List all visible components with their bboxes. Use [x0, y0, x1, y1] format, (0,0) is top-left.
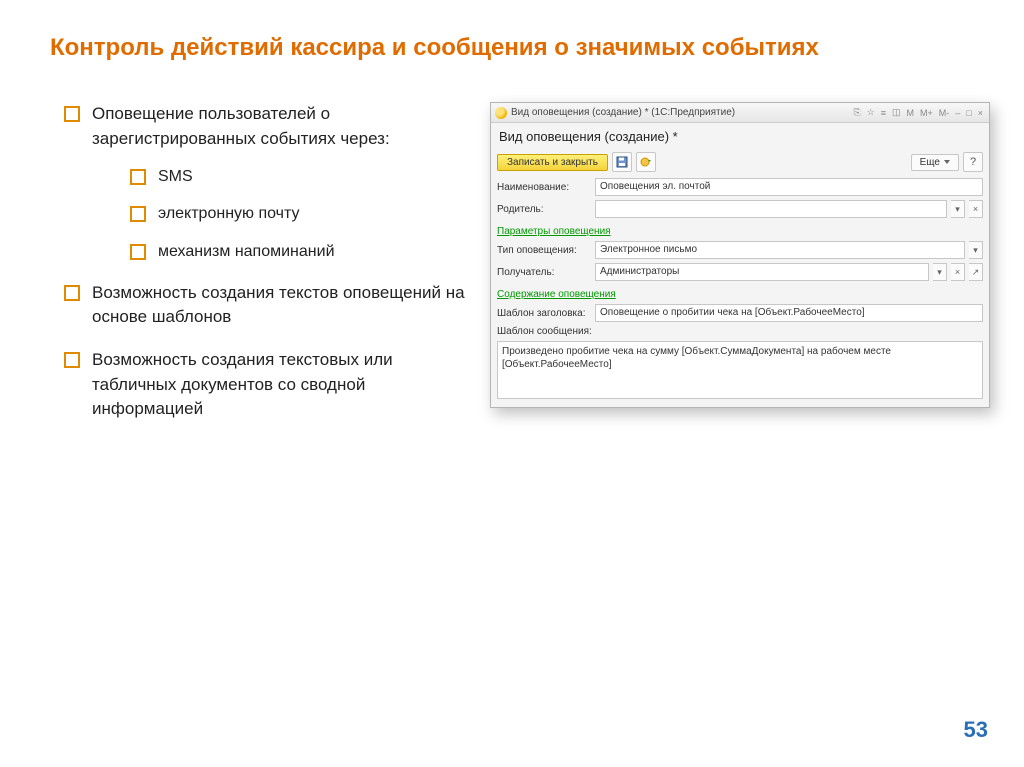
- template-msg-input[interactable]: Произведено пробитие чека на сумму [Объе…: [497, 341, 983, 399]
- chevron-down-icon[interactable]: ▾: [951, 200, 965, 218]
- page-number: 53: [964, 717, 988, 743]
- titlebar-icon[interactable]: M+: [918, 108, 935, 118]
- window-title: Вид оповещения (создание) * (1С:Предприя…: [511, 107, 851, 118]
- parent-input[interactable]: [595, 200, 947, 218]
- titlebar-icon[interactable]: M-: [937, 108, 952, 118]
- titlebar-icon[interactable]: ☆: [865, 107, 877, 118]
- form-title: Вид оповещения (создание) *: [491, 123, 989, 148]
- slide-title: Контроль действий кассира и сообщения о …: [0, 0, 1024, 62]
- recipient-label: Получатель:: [497, 267, 591, 278]
- maximize-icon[interactable]: □: [964, 108, 973, 118]
- clear-icon[interactable]: ×: [951, 263, 965, 281]
- close-icon[interactable]: ×: [976, 108, 985, 118]
- type-row: Тип оповещения: Электронное письмо ▾: [491, 239, 989, 261]
- help-button[interactable]: ?: [963, 152, 983, 172]
- template-msg-label-row: Шаблон сообщения:: [491, 324, 989, 339]
- template-msg-label: Шаблон сообщения:: [497, 326, 592, 337]
- save-button[interactable]: [612, 152, 632, 172]
- content-row: Оповещение пользователей о зарегистриров…: [0, 62, 1024, 440]
- open-icon[interactable]: ↗: [969, 263, 983, 281]
- title-bar: Вид оповещения (создание) * (1С:Предприя…: [491, 103, 989, 123]
- bullet-item: Возможность создания текстов оповещений …: [60, 281, 470, 330]
- template-title-input[interactable]: Оповещение о пробитии чека на [Объект.Ра…: [595, 304, 983, 322]
- minimize-icon[interactable]: –: [953, 108, 962, 118]
- bullet-item: Оповещение пользователей о зарегистриров…: [60, 102, 470, 263]
- bullet-list-column: Оповещение пользователей о зарегистриров…: [60, 102, 470, 440]
- titlebar-icon[interactable]: ⎘: [851, 107, 862, 118]
- recipient-row: Получатель: Администраторы ▾ × ↗: [491, 261, 989, 283]
- name-input[interactable]: Оповещения эл. почтой: [595, 178, 983, 196]
- titlebar-icon[interactable]: ≡: [879, 108, 888, 118]
- template-title-label: Шаблон заголовка:: [497, 308, 591, 319]
- bullet-sub-item: SMS: [126, 165, 470, 188]
- type-label: Тип оповещения:: [497, 245, 591, 256]
- recipient-input[interactable]: Администраторы: [595, 263, 929, 281]
- screenshot-column: Вид оповещения (создание) * (1С:Предприя…: [470, 102, 1004, 408]
- chevron-down-icon[interactable]: ▾: [969, 241, 983, 259]
- toolbar: Записать и закрыть Еще ?: [491, 148, 989, 176]
- section-content: Содержание оповещения: [491, 283, 989, 302]
- titlebar-icon[interactable]: ◫: [890, 107, 903, 118]
- chevron-down-icon[interactable]: ▾: [933, 263, 947, 281]
- parent-label: Родитель:: [497, 204, 591, 215]
- app-window: Вид оповещения (создание) * (1С:Предприя…: [490, 102, 990, 408]
- bullet-text: Оповещение пользователей о зарегистриров…: [92, 104, 390, 148]
- bullet-sub-item: механизм напоминаний: [126, 240, 470, 263]
- window-controls: ⎘ ☆ ≡ ◫ M M+ M- – □ ×: [851, 107, 985, 118]
- parent-row: Родитель: ▾ ×: [491, 198, 989, 220]
- extra-action-button[interactable]: [636, 152, 656, 172]
- section-params: Параметры оповещения: [491, 220, 989, 239]
- clear-icon[interactable]: ×: [969, 200, 983, 218]
- save-and-close-button[interactable]: Записать и закрыть: [497, 154, 608, 171]
- type-input[interactable]: Электронное письмо: [595, 241, 965, 259]
- more-button[interactable]: Еще: [911, 154, 959, 171]
- bullet-sub-item: электронную почту: [126, 202, 470, 225]
- template-title-row: Шаблон заголовка: Оповещение о пробитии …: [491, 302, 989, 324]
- app-icon: [495, 107, 507, 119]
- bullet-item: Возможность создания текстовых или табли…: [60, 348, 470, 422]
- titlebar-icon[interactable]: M: [905, 108, 917, 118]
- name-row: Наименование: Оповещения эл. почтой: [491, 176, 989, 198]
- name-label: Наименование:: [497, 182, 591, 193]
